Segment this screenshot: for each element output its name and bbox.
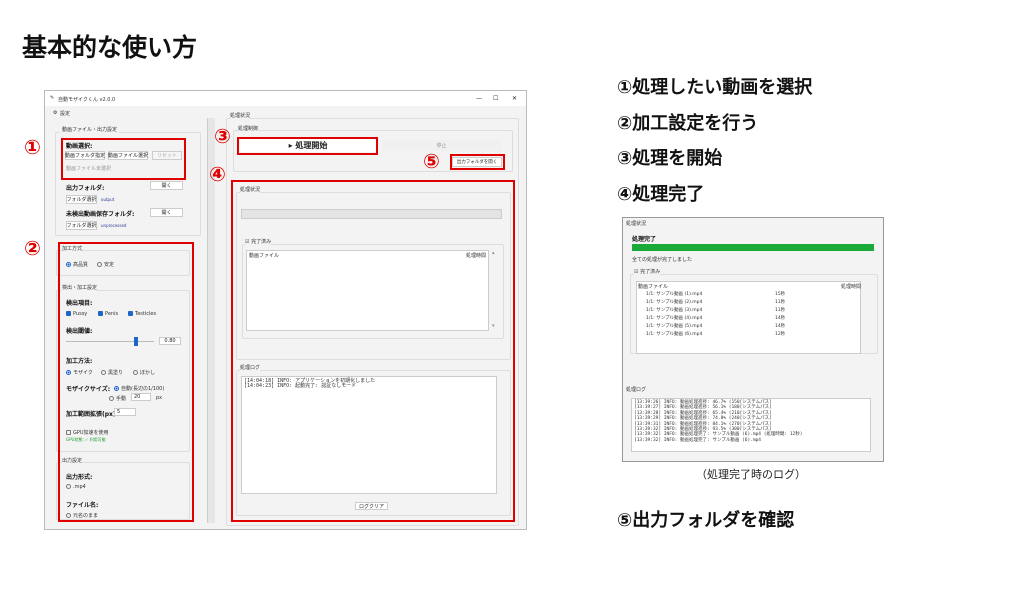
open-output-button[interactable]: 開く [150, 181, 183, 190]
select-unprocessed-folder-button[interactable]: フォルダ選択 [66, 221, 97, 230]
caption: （処理完了時のログ） [696, 466, 806, 482]
completed-row-file: 1/1: サンプル動画 (1).mp4 [646, 291, 702, 297]
completed-row-file: 1/1: サンプル動画 (6).mp4 [646, 331, 702, 337]
completed-col-time: 処理時間 [841, 283, 861, 290]
completed-row-file: 1/1: サンプル動画 (5).mp4 [646, 323, 702, 329]
completed-row-time: 14秒 [775, 315, 785, 321]
marker-1: ① [24, 137, 41, 157]
window-title: 自動モザイクくん v2.0.0 [58, 96, 115, 103]
completed-heading: 処理完了 [632, 234, 656, 243]
file-group-label: 動画ファイル・出力設定 [60, 126, 119, 133]
completed-status-label: 処理状況 [626, 220, 646, 227]
highlight-box-1 [61, 138, 186, 180]
marker-5: ⑤ [423, 151, 440, 171]
marker-4: ④ [209, 164, 226, 184]
completed-done-label: ☑ 完了済み [634, 268, 660, 275]
settings-label: 設定 [60, 110, 70, 117]
highlight-box-3 [237, 137, 378, 155]
completed-log-label: 処理ログ [626, 386, 646, 393]
title-bar [45, 91, 526, 106]
select-output-folder-button[interactable]: フォルダ選択 [66, 195, 97, 204]
highlight-box-4 [231, 180, 515, 522]
output-folder-label: 出力フォルダ: [66, 183, 104, 192]
stop-button[interactable]: 停止 [382, 140, 501, 151]
step-5: ⑤出力フォルダを確認 [617, 506, 794, 532]
highlight-box-2 [58, 242, 194, 522]
step-4: ④処理完了 [617, 180, 704, 206]
step-3: ③処理を開始 [617, 144, 722, 170]
step-2: ②加工設定を行う [617, 109, 758, 135]
step-1: ①処理したい動画を選択 [617, 73, 812, 99]
completed-row-file: 1/1: サンプル動画 (4).mp4 [646, 315, 702, 321]
completed-row-file: 1/1: サンプル動画 (2).mp4 [646, 299, 702, 305]
completed-row-file: 1/1: サンプル動画 (3).mp4 [646, 307, 702, 313]
completed-progress-fill [632, 244, 874, 251]
maximize-button[interactable]: ☐ [493, 95, 498, 102]
close-button[interactable]: ✕ [512, 95, 517, 102]
marker-3: ③ [214, 126, 231, 146]
output-value: output [101, 197, 114, 202]
completed-col-file: 動画ファイル [638, 283, 668, 290]
highlight-box-5 [450, 154, 505, 170]
completed-row-time: 14秒 [775, 323, 785, 329]
completed-row-time: 15秒 [775, 291, 785, 297]
completed-progress-track [632, 244, 874, 251]
minimize-button[interactable]: — [476, 95, 482, 102]
completed-row-time: 11秒 [775, 299, 785, 305]
open-unprocessed-button[interactable]: 開く [150, 208, 183, 217]
completed-message: 全ての処理が完了しました [632, 256, 692, 263]
completed-log[interactable]: [13:39:26] INFO: 動画処理進捗: 46.7% (150[システム… [631, 398, 871, 452]
control-group-label: 処理制御 [238, 125, 258, 132]
marker-2: ② [24, 238, 41, 258]
slide-title: 基本的な使い方 [22, 28, 197, 64]
app-icon: ✎ [50, 95, 54, 101]
unprocessed-value: unprocessed [101, 223, 126, 228]
status-panel-label: 処理状況 [230, 112, 250, 119]
completed-row-time: 12秒 [775, 331, 785, 337]
unprocessed-folder-label: 未検出動画保存フォルダ: [66, 209, 134, 218]
gear-icon: ⚙ [53, 110, 57, 116]
completed-row-time: 11秒 [775, 307, 785, 313]
log-line: [13:39:32] INFO: 動画処理完了: サンプル動画 (6).mp4 [634, 438, 868, 443]
